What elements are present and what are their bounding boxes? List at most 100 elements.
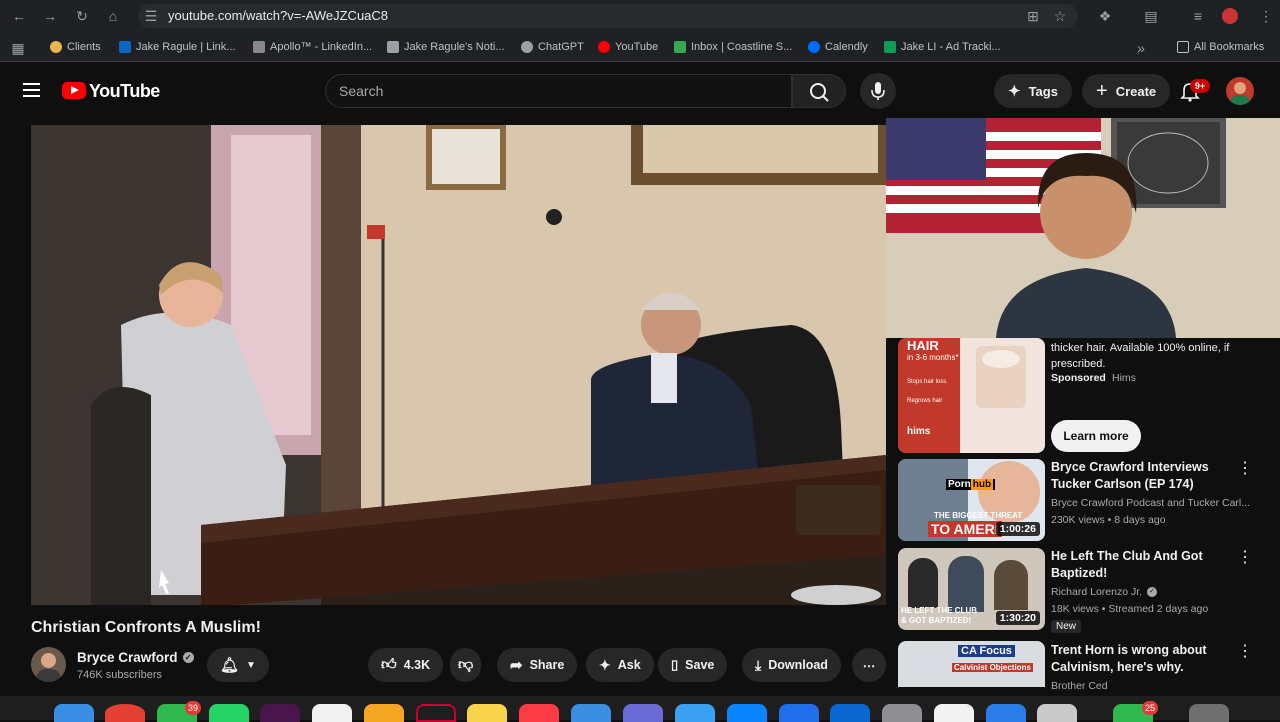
ad-thumbnail[interactable]: HAIR in 3-6 months* Stops hair loss Regr… bbox=[898, 338, 1045, 453]
bookmark-linkedin[interactable]: Jake Ragule | Link... bbox=[119, 41, 235, 53]
download-button[interactable]: ⤓ Download bbox=[742, 648, 841, 682]
reading-list-icon[interactable]: ≡ bbox=[1190, 8, 1206, 24]
reload-icon[interactable]: ↻ bbox=[74, 8, 90, 24]
thumbs-up-icon: 👍︎ bbox=[381, 656, 397, 673]
zoom-icon[interactable] bbox=[623, 704, 663, 722]
sheets-icon bbox=[884, 41, 896, 53]
app-store-icon[interactable] bbox=[571, 704, 611, 722]
bookmark-chatgpt[interactable]: ChatGPT bbox=[521, 41, 584, 53]
music-icon[interactable] bbox=[519, 704, 559, 722]
extensions-icon[interactable]: ❖ bbox=[1097, 8, 1113, 24]
apps-grid-icon[interactable]: ▦ bbox=[10, 40, 26, 56]
advertiser-name: Hims bbox=[1112, 372, 1136, 384]
thumb-caption: THE BIGGEST THREAT bbox=[934, 511, 1023, 520]
like-button[interactable]: 👍︎ 4.3K bbox=[368, 648, 444, 682]
voice-search-button[interactable] bbox=[860, 73, 896, 109]
more-options-icon[interactable]: ⋮ bbox=[1237, 461, 1253, 477]
save-button[interactable]: ▯ Save bbox=[658, 648, 728, 682]
preview-icon[interactable] bbox=[1037, 704, 1077, 722]
bookmark-star-icon[interactable]: ☆ bbox=[1052, 8, 1068, 24]
bookmark-clients[interactable]: Clients bbox=[50, 41, 101, 53]
download-icon: ⤓ bbox=[755, 656, 762, 673]
more-options-icon[interactable]: ⋮ bbox=[1237, 644, 1253, 660]
more-dots-icon: ⋯ bbox=[862, 658, 876, 673]
channel-name[interactable]: Bryce Crawford ✓ bbox=[77, 650, 194, 665]
bookmark-inbox[interactable]: Inbox | Coastline S... bbox=[674, 41, 792, 53]
youtube-logo-icon[interactable] bbox=[62, 82, 86, 99]
youtube-icon bbox=[598, 41, 610, 53]
search-input[interactable] bbox=[325, 74, 792, 108]
apollo-icon bbox=[253, 41, 265, 53]
webcam-overlay bbox=[886, 118, 1280, 338]
whatsapp-icon[interactable] bbox=[209, 704, 249, 722]
recommended-thumbnail[interactable]: HE LEFT THE CLUB & GOT BAPTIZED! 1:30:20 bbox=[898, 548, 1045, 630]
search-icon bbox=[810, 83, 829, 102]
recommended-thumbnail[interactable]: Porn hub THE BIGGEST THREAT TO AMERI 1:00… bbox=[898, 459, 1045, 541]
recommended-channel[interactable]: Richard Lorenzo Jr. ✓ bbox=[1051, 586, 1158, 598]
notes-icon[interactable] bbox=[416, 704, 456, 722]
subscriber-count: 746K subscribers bbox=[77, 669, 162, 681]
slack-icon[interactable] bbox=[260, 704, 300, 722]
notification-count-badge: 9+ bbox=[1190, 79, 1210, 93]
ad-thumb-line: Regrows hair bbox=[907, 398, 943, 404]
hamburger-menu-icon[interactable] bbox=[23, 82, 40, 97]
forward-icon[interactable]: → bbox=[42, 8, 58, 24]
photos-icon[interactable] bbox=[364, 704, 404, 722]
capcut-icon[interactable] bbox=[934, 704, 974, 722]
bookmark-notion[interactable]: Jake Ragule's Noti... bbox=[387, 41, 505, 53]
tab-search-icon[interactable]: ▤ bbox=[1143, 8, 1159, 24]
dislike-button[interactable]: 👎︎ bbox=[450, 648, 482, 682]
calendar-icon[interactable] bbox=[312, 704, 352, 722]
sponsored-label: Sponsored bbox=[1051, 372, 1106, 384]
recommended-title[interactable]: He Left The Club And Got Baptized! bbox=[1051, 548, 1236, 582]
video-frame-image bbox=[31, 125, 886, 605]
all-bookmarks[interactable]: All Bookmarks bbox=[1177, 41, 1264, 53]
learn-more-button[interactable]: Learn more bbox=[1051, 420, 1141, 452]
chrome-icon[interactable] bbox=[105, 704, 145, 722]
home-icon[interactable]: ⌂ bbox=[105, 8, 121, 24]
outlook-icon[interactable] bbox=[727, 704, 767, 722]
recommended-channel[interactable]: Brother Ced bbox=[1051, 680, 1108, 692]
ask-button[interactable]: ✦ Ask bbox=[586, 648, 654, 682]
recommended-meta: 18K views • Streamed 2 days ago bbox=[1051, 603, 1209, 615]
recommended-channel[interactable]: Bryce Crawford Podcast and Tucker Carl..… bbox=[1051, 497, 1250, 509]
new-badge: New bbox=[1051, 620, 1082, 633]
mail-icon[interactable] bbox=[675, 704, 715, 722]
create-button[interactable]: + Create bbox=[1082, 74, 1171, 108]
sparkle-icon: ✦ bbox=[599, 656, 611, 673]
share-button[interactable]: ➦ Share bbox=[497, 648, 578, 682]
finder-icon[interactable] bbox=[54, 704, 94, 722]
bell-icon: 🔔︎ bbox=[220, 657, 240, 674]
trash-icon[interactable] bbox=[1189, 704, 1229, 722]
webcam-feed-image bbox=[886, 118, 1280, 338]
recommended-thumbnail[interactable]: CA Focus Calvinist Objections bbox=[898, 641, 1045, 687]
subscription-bell-button[interactable]: 🔔︎ ▼ bbox=[207, 648, 269, 682]
thumb-caption: Porn bbox=[948, 479, 971, 490]
more-options-icon[interactable]: ⋮ bbox=[1237, 550, 1253, 566]
more-actions-button[interactable]: ⋯ bbox=[852, 648, 886, 682]
stickies-icon[interactable] bbox=[467, 704, 507, 722]
bookmark-youtube[interactable]: YouTube bbox=[598, 41, 658, 53]
menu-kebab-icon[interactable]: ⋮ bbox=[1258, 8, 1274, 24]
video-player[interactable] bbox=[31, 125, 886, 605]
more-bookmarks-icon[interactable]: » bbox=[1133, 40, 1149, 56]
editor-icon[interactable] bbox=[986, 704, 1026, 722]
back-icon[interactable]: ← bbox=[11, 8, 27, 24]
word-icon[interactable] bbox=[779, 704, 819, 722]
bookmark-apollo[interactable]: Apollo™ - LinkedIn... bbox=[253, 41, 372, 53]
site-info-icon[interactable]: ☰ bbox=[143, 8, 159, 24]
tags-button[interactable]: ✦ Tags bbox=[994, 74, 1072, 108]
thumb-caption: Calvinist Objections bbox=[952, 663, 1033, 672]
settings-icon[interactable] bbox=[882, 704, 922, 722]
recommended-title[interactable]: Trent Horn is wrong about Calvinism, her… bbox=[1051, 642, 1236, 676]
youtube-logo-text[interactable]: YouTube bbox=[89, 81, 160, 102]
bookmark-ad-tracking[interactable]: Jake LI - Ad Tracki... bbox=[884, 41, 1001, 53]
recommended-title[interactable]: Bryce Crawford Interviews Tucker Carlson… bbox=[1051, 459, 1236, 493]
xcode-icon[interactable] bbox=[830, 704, 870, 722]
profile-avatar[interactable] bbox=[1222, 8, 1238, 24]
bookmark-calendly[interactable]: Calendly bbox=[808, 41, 868, 53]
search-button[interactable] bbox=[792, 74, 846, 108]
install-icon[interactable]: ⊞ bbox=[1025, 8, 1041, 24]
channel-avatar[interactable] bbox=[31, 647, 66, 682]
account-avatar[interactable] bbox=[1226, 77, 1254, 105]
